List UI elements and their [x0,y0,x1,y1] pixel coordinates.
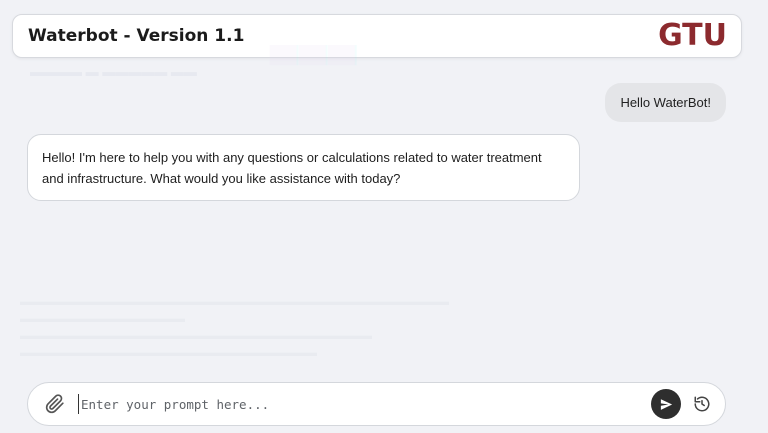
send-icon [660,398,672,410]
gtu-logo: GTU [658,18,727,53]
send-button[interactable] [651,389,681,419]
user-message-bubble: Hello WaterBot! [605,83,726,122]
prompt-input[interactable] [78,394,643,414]
ghost-artifact-lines: ▬▬▬▬▬▬▬▬▬▬▬▬▬▬▬▬▬▬▬▬▬▬▬▬▬▬▬▬▬▬▬▬▬▬▬▬▬▬▬ ▬… [20,296,449,359]
assistant-message-bubble: Hello! I'm here to help you with any que… [27,134,580,201]
ghost-artifact-title: ▬▬▬▬ ▬ ▬▬▬▬▬ ▬▬ [30,64,197,79]
refresh-icon [694,396,710,412]
header-bar: Waterbot - Version 1.1 GTU [12,14,742,58]
paperclip-icon[interactable] [44,393,66,415]
waterbot-app: Waterbot - Version 1.1 GTU ▬▬▬▬ ▬ ▬▬▬▬▬ … [0,0,768,433]
prompt-composer [27,382,726,426]
app-title: Waterbot - Version 1.1 [28,26,245,46]
refresh-button[interactable] [691,393,713,415]
